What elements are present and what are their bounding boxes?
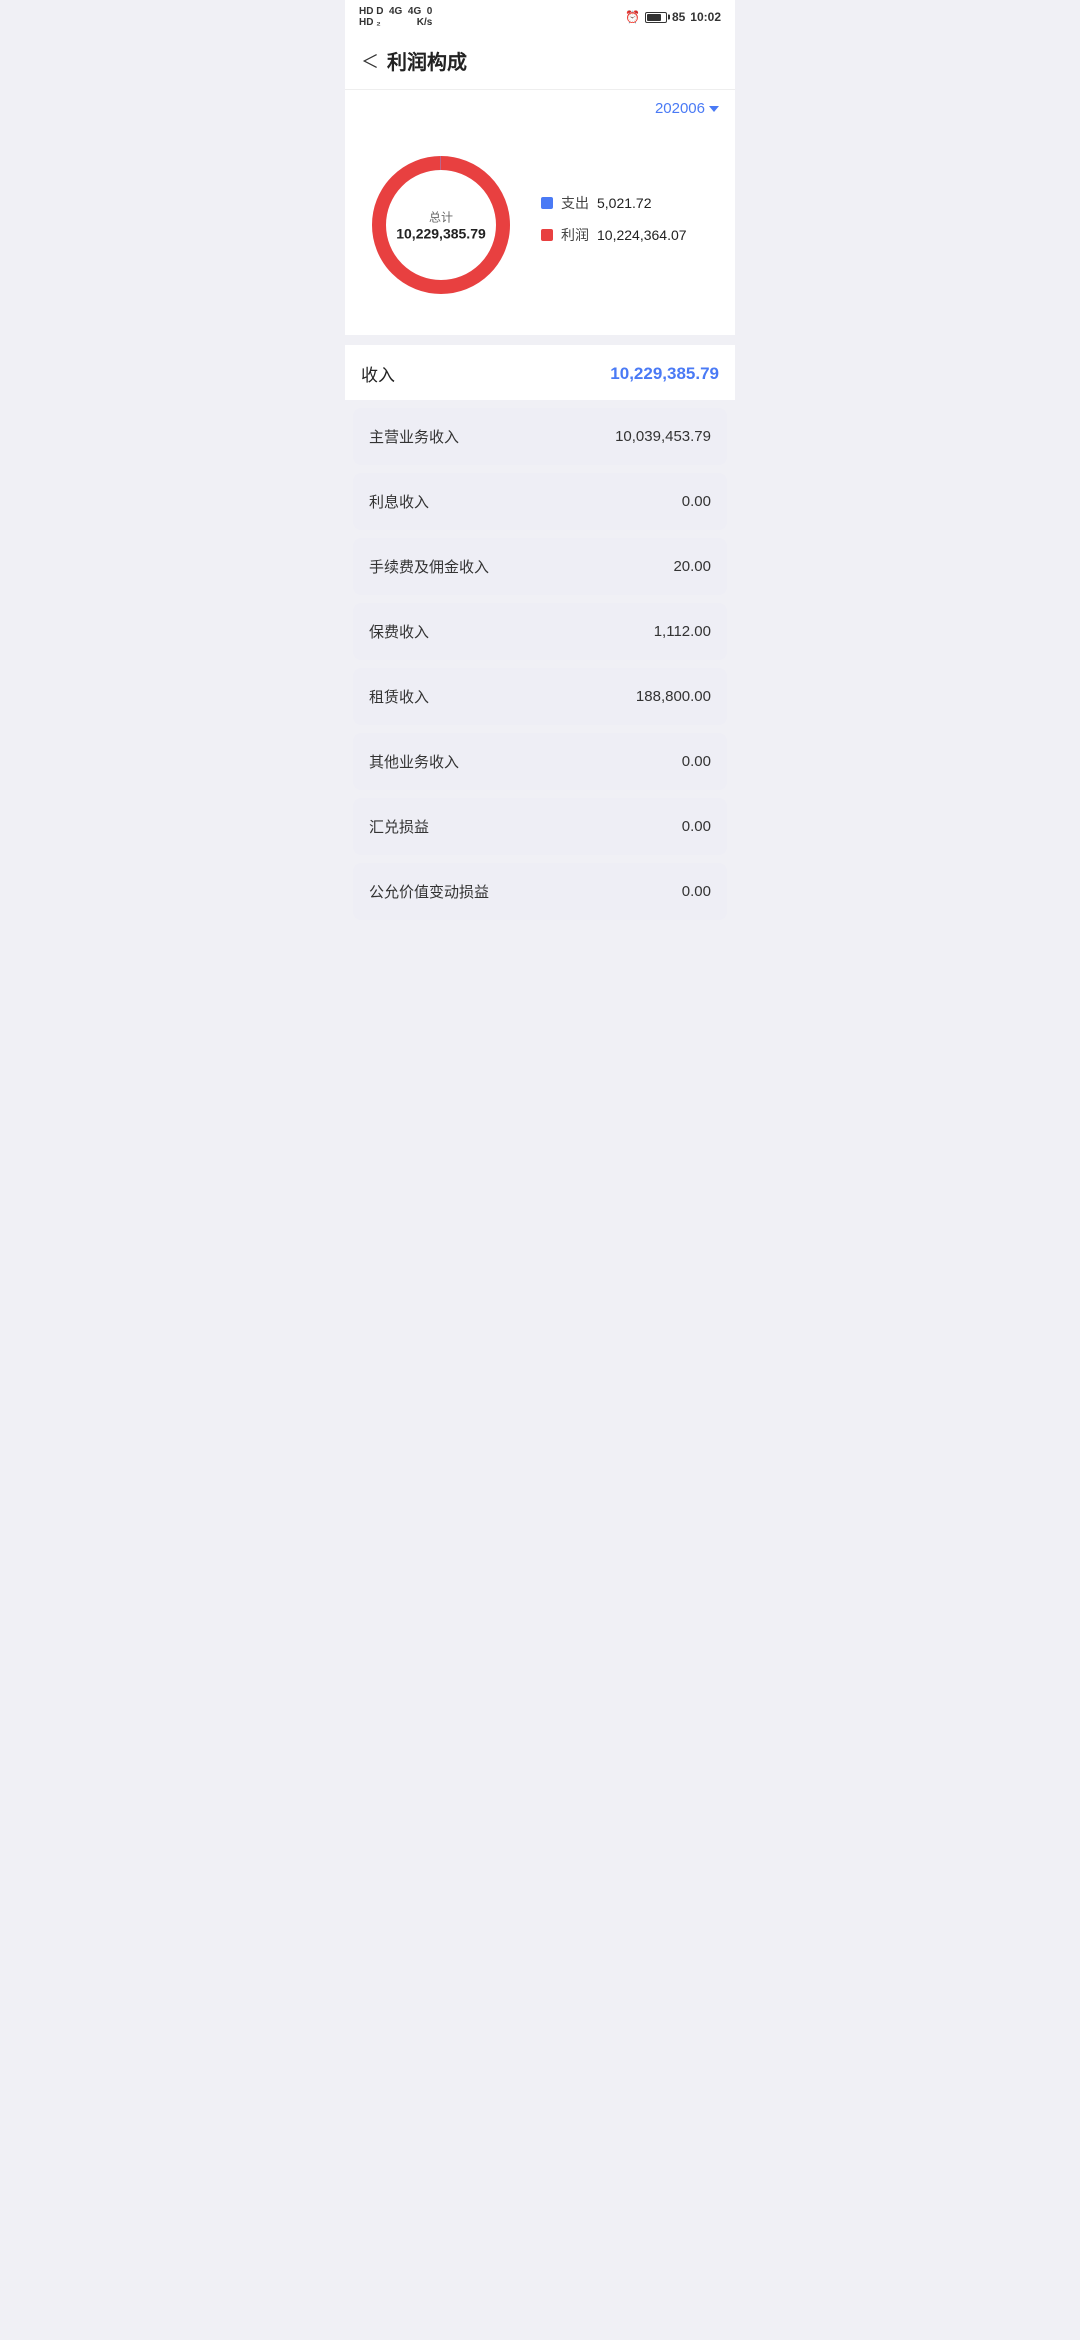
- item-name: 其他业务收入: [369, 751, 459, 772]
- item-value: 10,039,453.79: [615, 428, 711, 445]
- expense-value: 5,021.72: [597, 195, 652, 211]
- item-name: 手续费及佣金收入: [369, 556, 489, 577]
- expense-dot: [541, 197, 553, 209]
- status-right: ⏰ 85 10:02: [625, 10, 721, 24]
- item-name: 公允价值变动损益: [369, 881, 489, 902]
- battery-icon: [645, 12, 667, 23]
- income-item[interactable]: 利息收入 0.00: [353, 473, 727, 530]
- donut-center: 总计 10,229,385.79: [396, 209, 486, 242]
- expense-label: 支出: [561, 193, 589, 213]
- item-value: 1,112.00: [654, 623, 711, 640]
- status-left: HD D 4G 4G 0HD ₂ K/s: [359, 6, 432, 28]
- item-value: 0.00: [682, 818, 711, 835]
- time: 10:02: [690, 10, 721, 24]
- legend-item-expense: 支出 5,021.72: [541, 193, 719, 213]
- period-value: 202006: [655, 100, 705, 117]
- profit-dot: [541, 229, 553, 241]
- item-value: 0.00: [682, 753, 711, 770]
- section-divider: [345, 335, 735, 345]
- donut-value: 10,229,385.79: [396, 226, 486, 242]
- income-header: 收入 10,229,385.79: [345, 345, 735, 400]
- income-item[interactable]: 保费收入 1,112.00: [353, 603, 727, 660]
- item-name: 汇兑损益: [369, 816, 429, 837]
- item-value: 0.00: [682, 493, 711, 510]
- chevron-down-icon: [709, 106, 719, 112]
- income-item[interactable]: 租赁收入 188,800.00: [353, 668, 727, 725]
- item-value: 20.00: [673, 558, 711, 575]
- income-total: 10,229,385.79: [610, 364, 719, 384]
- chart-legend: 支出 5,021.72 利润 10,224,364.07: [521, 193, 719, 257]
- profit-value: 10,224,364.07: [597, 227, 687, 243]
- alarm-icon: ⏰: [625, 10, 640, 24]
- income-item[interactable]: 汇兑损益 0.00: [353, 798, 727, 855]
- item-name: 租赁收入: [369, 686, 429, 707]
- income-item[interactable]: 主营业务收入 10,039,453.79: [353, 408, 727, 465]
- item-name: 主营业务收入: [369, 426, 459, 447]
- period-row: 202006: [345, 90, 735, 125]
- income-item[interactable]: 其他业务收入 0.00: [353, 733, 727, 790]
- item-name: 保费收入: [369, 621, 429, 642]
- legend-item-profit: 利润 10,224,364.07: [541, 225, 719, 245]
- item-value: 0.00: [682, 883, 711, 900]
- income-items-list: 主营业务收入 10,039,453.79 利息收入 0.00 手续费及佣金收入 20.00…: [345, 408, 735, 920]
- item-value: 188,800.00: [636, 688, 711, 705]
- income-label: 收入: [361, 361, 395, 386]
- page-header: ＜ 利润构成: [345, 32, 735, 90]
- income-item[interactable]: 公允价值变动损益 0.00: [353, 863, 727, 920]
- item-name: 利息收入: [369, 491, 429, 512]
- page-title: 利润构成: [387, 46, 467, 75]
- profit-label: 利润: [561, 225, 589, 245]
- battery-level: 85: [672, 10, 685, 24]
- income-item[interactable]: 手续费及佣金收入 20.00: [353, 538, 727, 595]
- status-bar: HD D 4G 4G 0HD ₂ K/s ⏰ 85 10:02: [345, 0, 735, 32]
- network-info: HD D 4G 4G 0HD ₂ K/s: [359, 6, 432, 28]
- back-button[interactable]: ＜: [361, 48, 379, 74]
- donut-chart: 总计 10,229,385.79: [361, 145, 521, 305]
- period-selector[interactable]: 202006: [655, 100, 719, 117]
- donut-label: 总计: [396, 209, 486, 226]
- chart-section: 总计 10,229,385.79 支出 5,021.72 利润 10,224,3…: [345, 125, 735, 335]
